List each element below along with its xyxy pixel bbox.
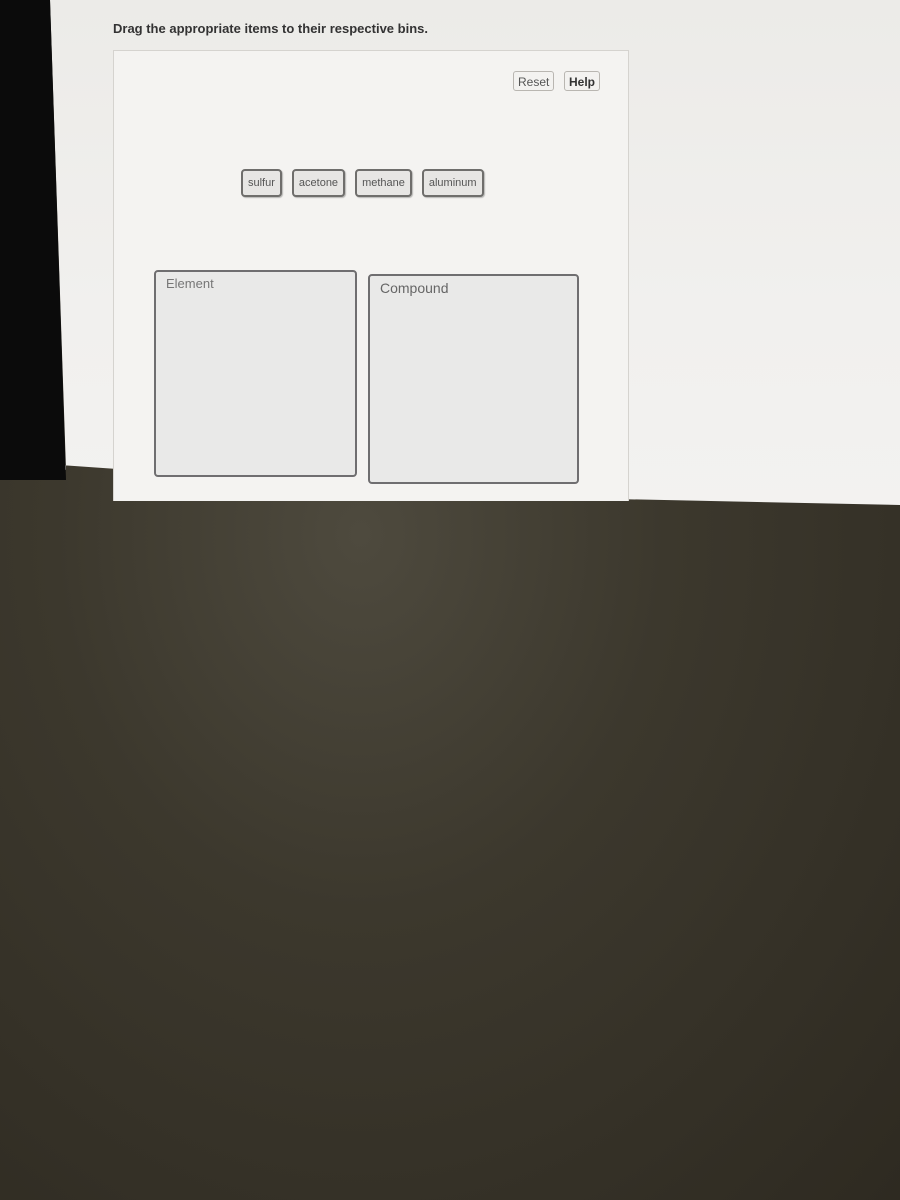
draggable-items: sulfur acetone methane aluminum xyxy=(241,169,484,197)
bin-compound[interactable]: Compound xyxy=(368,274,579,484)
instruction-text: Drag the appropriate items to their resp… xyxy=(113,21,428,36)
draggable-item-sulfur[interactable]: sulfur xyxy=(241,169,282,197)
bin-element[interactable]: Element xyxy=(154,270,357,477)
bin-label: Element xyxy=(166,276,214,291)
reset-button[interactable]: Reset xyxy=(513,71,555,91)
draggable-item-methane[interactable]: methane xyxy=(355,169,412,197)
help-button[interactable]: Help xyxy=(564,71,601,91)
draggable-item-acetone[interactable]: acetone xyxy=(291,169,346,197)
draggable-item-aluminum[interactable]: aluminum xyxy=(421,169,484,197)
bin-label: Compound xyxy=(380,280,449,296)
desk-surface xyxy=(0,460,900,1200)
